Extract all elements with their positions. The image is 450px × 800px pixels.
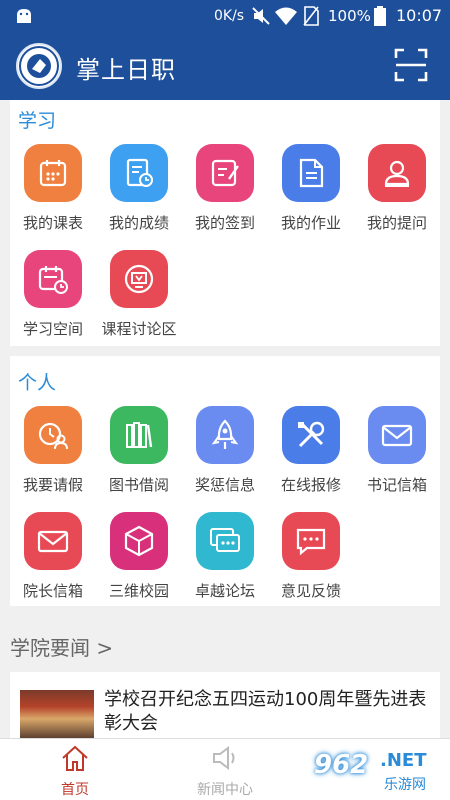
status-bar: 0K/s 100% 10:07: [0, 0, 450, 34]
forum-icon: [196, 512, 254, 570]
clock: 10:07: [396, 6, 443, 25]
tile-label: 我的提问: [366, 214, 427, 232]
tile-label: 我的作业: [280, 214, 341, 232]
tile-label: 三维校园: [108, 582, 169, 600]
tile-label: 奖惩信息: [194, 476, 255, 494]
rocket-icon: [196, 406, 254, 464]
android-icon: [17, 9, 31, 23]
library-tile[interactable]: 图书借阅: [96, 406, 182, 495]
tile-label: 我要请假: [22, 476, 83, 494]
mail-icon: [24, 512, 82, 570]
news-headline: 学校召开纪念五四运动100周年暨先进表彰大会: [104, 689, 427, 734]
scan-icon[interactable]: [394, 48, 428, 82]
feedback-icon: [282, 512, 340, 570]
mail-icon: [368, 406, 426, 464]
secretary-mailbox-tile[interactable]: 书记信箱: [354, 406, 440, 495]
homework-icon: [282, 144, 340, 202]
study-section: 学习 我的课表 我的成绩 我的签到 我的作业 我的提问 学习空间 课程讨论区: [10, 100, 440, 346]
3d-campus-tile[interactable]: 三维校园: [96, 512, 182, 601]
college-news-link[interactable]: 学院要闻 >: [10, 632, 113, 661]
cube-icon: [110, 512, 168, 570]
tile-label: 课程讨论区: [101, 320, 177, 338]
personal-section: 个人 我要请假 图书借阅 奖惩信息 在线报修 书记信箱 院长信箱 三维校园 卓越…: [10, 356, 440, 606]
my-grades-tile[interactable]: 我的成绩: [96, 144, 182, 233]
tools-icon: [282, 406, 340, 464]
tile-label: 学习空间: [22, 320, 83, 338]
leave-icon: [24, 406, 82, 464]
study-space-icon: [24, 250, 82, 308]
study-section-title: 学习: [18, 110, 57, 132]
site-watermark: 962 .NET 乐游网: [300, 748, 450, 800]
tile-label: 卓越论坛: [194, 582, 255, 600]
nav-news-center[interactable]: 新闻中心: [150, 739, 300, 800]
home-icon: [62, 745, 88, 771]
tile-label: 在线报修: [280, 476, 341, 494]
news-thumbnail: [20, 690, 94, 738]
tile-label: 我的签到: [194, 214, 255, 232]
news-item[interactable]: 学校召开纪念五四运动100周年暨先进表彰大会: [10, 672, 440, 738]
wifi-icon: [275, 7, 297, 25]
tile-label: 我的课表: [22, 214, 83, 232]
watermark-number: 962: [314, 750, 369, 780]
books-icon: [110, 406, 168, 464]
battery-icon: [374, 6, 386, 26]
mute-icon: [252, 7, 270, 25]
no-sim-icon: [303, 6, 319, 26]
college-logo: [16, 43, 62, 89]
nav-news-label: 新闻中心: [197, 782, 253, 798]
my-homework-tile[interactable]: 我的作业: [268, 144, 354, 233]
tile-label: 意见反馈: [280, 582, 341, 600]
request-leave-tile[interactable]: 我要请假: [10, 406, 96, 495]
feedback-tile[interactable]: 意见反馈: [268, 512, 354, 601]
excellence-forum-tile[interactable]: 卓越论坛: [182, 512, 268, 601]
president-mailbox-tile[interactable]: 院长信箱: [10, 512, 96, 601]
speaker-icon: [213, 746, 235, 770]
battery-percent: 100%: [328, 7, 371, 25]
watermark-subtitle: 乐游网: [384, 777, 426, 793]
study-space-tile[interactable]: 学习空间: [10, 250, 96, 339]
course-discussion-tile[interactable]: 课程讨论区: [96, 250, 182, 339]
nav-home[interactable]: 首页: [0, 739, 150, 800]
app-title: 掌上日职: [76, 56, 176, 84]
watermark-net: .NET: [380, 750, 427, 771]
question-icon: [368, 144, 426, 202]
nav-home-label: 首页: [61, 782, 89, 798]
tile-label: 图书借阅: [108, 476, 169, 494]
calendar-icon: [24, 144, 82, 202]
tile-label: 院长信箱: [22, 582, 83, 600]
report-icon: [110, 144, 168, 202]
my-sign-in-tile[interactable]: 我的签到: [182, 144, 268, 233]
personal-section-title: 个人: [18, 372, 57, 394]
sign-in-icon: [196, 144, 254, 202]
tile-label: 我的成绩: [108, 214, 169, 232]
rewards-penalties-tile[interactable]: 奖惩信息: [182, 406, 268, 495]
online-repair-tile[interactable]: 在线报修: [268, 406, 354, 495]
discussion-icon: [110, 250, 168, 308]
network-speed: 0K/s: [214, 8, 245, 24]
my-questions-tile[interactable]: 我的提问: [354, 144, 440, 233]
app-bar: 掌上日职: [0, 34, 450, 100]
tile-label: 书记信箱: [366, 476, 427, 494]
my-schedule-tile[interactable]: 我的课表: [10, 144, 96, 233]
